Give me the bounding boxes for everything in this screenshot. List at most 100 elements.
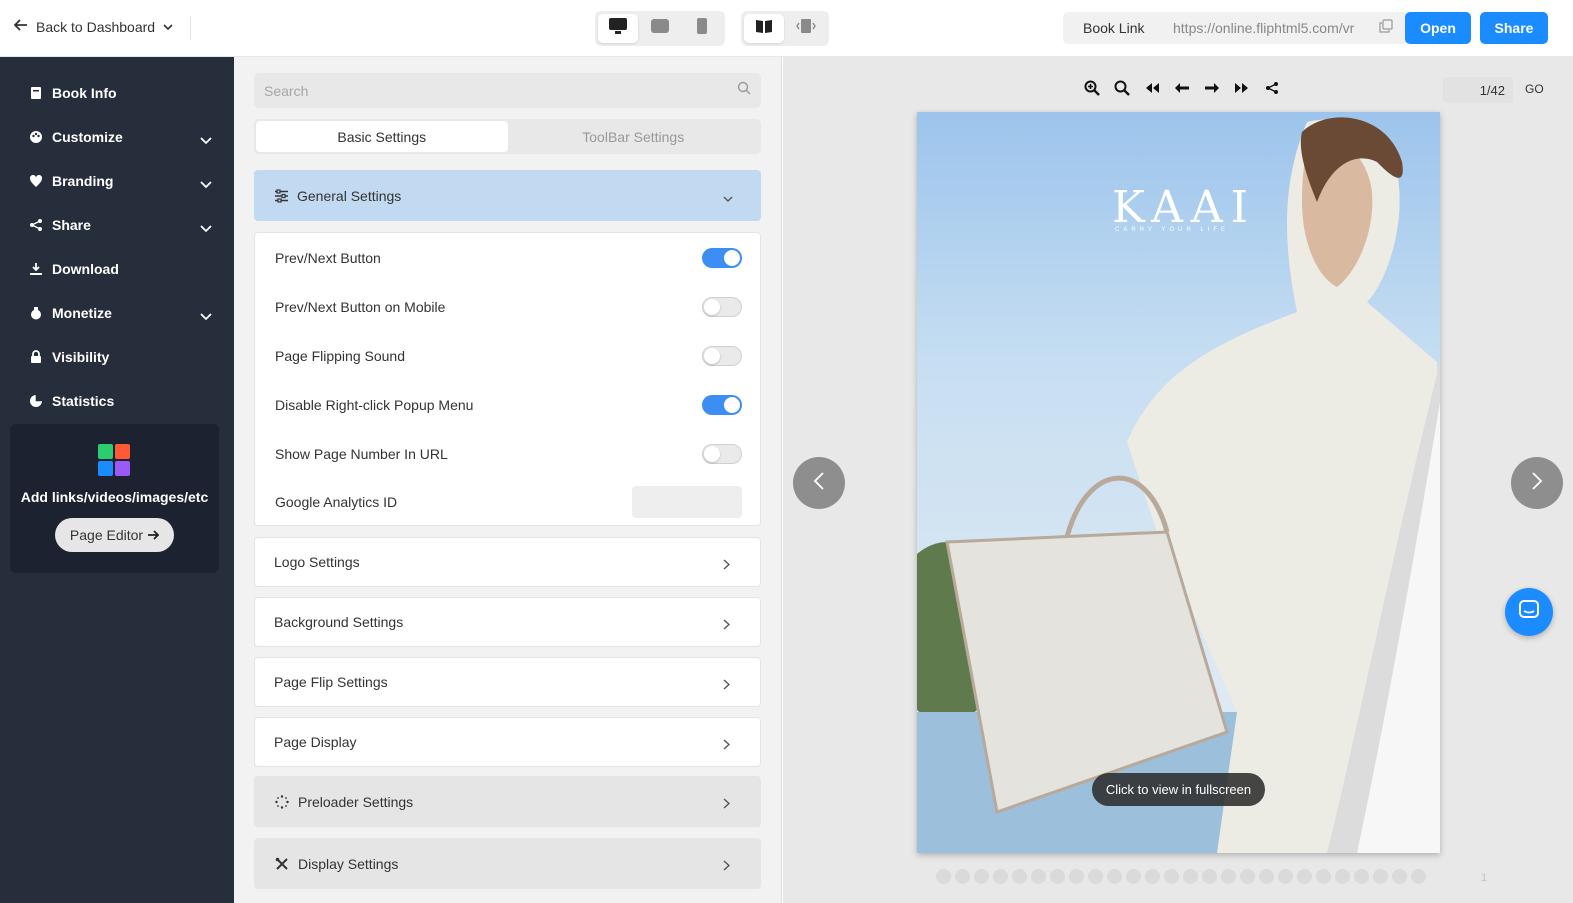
page-thumbnail[interactable]	[1221, 869, 1236, 884]
go-button[interactable]: GO	[1525, 82, 1544, 96]
page-thumbnail[interactable]	[1183, 869, 1198, 884]
section-label: Preloader Settings	[298, 793, 414, 810]
first-page-icon[interactable]	[1143, 79, 1161, 97]
page-thumbnail[interactable]	[1373, 869, 1388, 884]
page-flip-settings-section[interactable]: Page Flip Settings	[254, 657, 761, 707]
prev-next-button-toggle[interactable]	[702, 248, 742, 268]
page-thumbnail[interactable]	[1240, 869, 1255, 884]
sidebar-item-book-info[interactable]: Book Info	[28, 81, 218, 105]
page-thumbnail[interactable]	[1278, 869, 1293, 884]
share-button[interactable]: Share	[1480, 12, 1548, 44]
logo-settings-section[interactable]: Logo Settings	[254, 537, 761, 587]
tab-basic-settings[interactable]: Basic Settings	[256, 121, 508, 152]
general-settings-card: Prev/Next Button Prev/Next Button on Mob…	[254, 232, 761, 526]
search-input[interactable]	[264, 82, 704, 99]
disable-right-click-toggle[interactable]	[702, 395, 742, 415]
chat-button[interactable]	[1505, 588, 1553, 636]
page-thumbnail[interactable]	[1297, 869, 1312, 884]
book-page[interactable]: KAAI CARRY YOUR LIFE Click to view in fu…	[917, 112, 1440, 853]
setting-label: Show Page Number In URL	[275, 446, 448, 462]
page-editor-label: Page Editor	[69, 527, 144, 543]
download-icon	[28, 261, 44, 277]
fullscreen-hint[interactable]: Click to view in fullscreen	[1092, 773, 1265, 806]
prev-page-icon[interactable]	[1173, 79, 1191, 97]
page-thumbnail[interactable]	[1335, 869, 1350, 884]
sidebar-item-statistics[interactable]: Statistics	[28, 389, 218, 413]
chevron-right-icon	[1531, 471, 1543, 496]
page-flipping-sound-toggle[interactable]	[702, 346, 742, 366]
tab-toolbar-settings[interactable]: ToolBar Settings	[508, 121, 760, 152]
layout-mode-group	[741, 11, 829, 46]
share-icon	[28, 217, 44, 233]
sidebar-item-monetize[interactable]: Monetize	[28, 301, 218, 325]
last-page-icon[interactable]	[1233, 79, 1251, 97]
section-label: Background Settings	[274, 614, 404, 630]
page-thumbnail[interactable]	[993, 869, 1008, 884]
double-page-mode-button[interactable]	[744, 14, 784, 43]
page-thumbnail[interactable]	[1107, 869, 1122, 884]
sidebar-item-share[interactable]: Share	[28, 213, 218, 237]
promo-text: Add links/videos/images/etc	[20, 489, 209, 505]
page-display-section[interactable]: Page Display	[254, 717, 761, 767]
share-icon[interactable]	[1263, 79, 1281, 97]
open-button[interactable]: Open	[1405, 12, 1471, 44]
next-page-button[interactable]	[1511, 457, 1563, 509]
next-page-icon[interactable]	[1203, 79, 1221, 97]
desktop-icon	[608, 17, 628, 40]
zoom-out-icon[interactable]	[1113, 79, 1131, 97]
sidebar-item-customize[interactable]: Customize	[28, 125, 218, 149]
zoom-in-icon[interactable]	[1083, 79, 1101, 97]
background-settings-section[interactable]: Background Settings	[254, 597, 761, 647]
page-thumbnail[interactable]	[1088, 869, 1103, 884]
page-thumbnail[interactable]	[1202, 869, 1217, 884]
tablet-mode-button[interactable]	[640, 14, 680, 43]
preloader-settings-section[interactable]: Preloader Settings	[254, 776, 761, 827]
desktop-mode-button[interactable]	[598, 14, 638, 43]
copy-icon[interactable]	[1379, 18, 1393, 38]
general-settings-header[interactable]: General Settings	[254, 170, 761, 221]
page-editor-button[interactable]: Page Editor	[55, 518, 174, 552]
page-thumbnail[interactable]	[1069, 869, 1084, 884]
page-thumbnail[interactable]	[1126, 869, 1141, 884]
page-thumbnail[interactable]	[1411, 869, 1426, 884]
page-thumbnail[interactable]	[1392, 869, 1407, 884]
arrow-left-icon	[13, 18, 28, 35]
single-page-mode-button[interactable]	[786, 14, 826, 43]
page-thumbnail[interactable]	[955, 869, 970, 884]
settings-panel: Basic Settings ToolBar Settings General …	[234, 57, 782, 903]
chevron-right-icon	[723, 737, 731, 753]
flipbook-preview: 1/42 GO KAAI CARRY YOUR LIFE Click to vi…	[783, 57, 1573, 903]
prev-next-mobile-toggle[interactable]	[702, 297, 742, 317]
page-thumbnail[interactable]	[1354, 869, 1369, 884]
page-thumbnail[interactable]	[1259, 869, 1274, 884]
page-thumbnail[interactable]	[1316, 869, 1331, 884]
viewer-toolbar	[1083, 79, 1281, 97]
page-thumbnail[interactable]	[974, 869, 989, 884]
mobile-mode-button[interactable]	[682, 14, 722, 43]
setting-label: Prev/Next Button	[275, 250, 381, 266]
chevron-down-icon	[200, 132, 212, 148]
sidebar-item-label: Download	[52, 261, 119, 277]
previous-page-button[interactable]	[793, 457, 845, 509]
page-thumbnail[interactable]	[1050, 869, 1065, 884]
page-number-input[interactable]: 1/42	[1443, 77, 1513, 103]
setting-row-disable-right-click: Disable Right-click Popup Menu	[275, 390, 742, 420]
google-analytics-id-input[interactable]	[632, 486, 742, 518]
back-to-dashboard-button[interactable]: Back to Dashboard	[13, 18, 173, 35]
sidebar-item-download[interactable]: Download	[28, 257, 218, 281]
sliders-icon	[274, 188, 289, 203]
book-link-url[interactable]: https://online.fliphtml5.com/vr	[1173, 20, 1373, 36]
sidebar-item-visibility[interactable]: Visibility	[28, 345, 218, 369]
page-thumbnail[interactable]	[936, 869, 951, 884]
palette-icon	[28, 129, 44, 145]
device-mode-group	[595, 11, 725, 46]
page-thumbnail[interactable]	[1012, 869, 1027, 884]
page-number-url-toggle[interactable]	[702, 444, 742, 464]
page-thumbnail[interactable]	[1031, 869, 1046, 884]
display-settings-section[interactable]: Display Settings	[254, 838, 761, 889]
page-thumbnail[interactable]	[1145, 869, 1160, 884]
search-icon[interactable]	[737, 81, 751, 100]
page-thumbnail[interactable]	[1164, 869, 1179, 884]
single-page-icon	[796, 18, 816, 39]
sidebar-item-branding[interactable]: Branding	[28, 169, 218, 193]
